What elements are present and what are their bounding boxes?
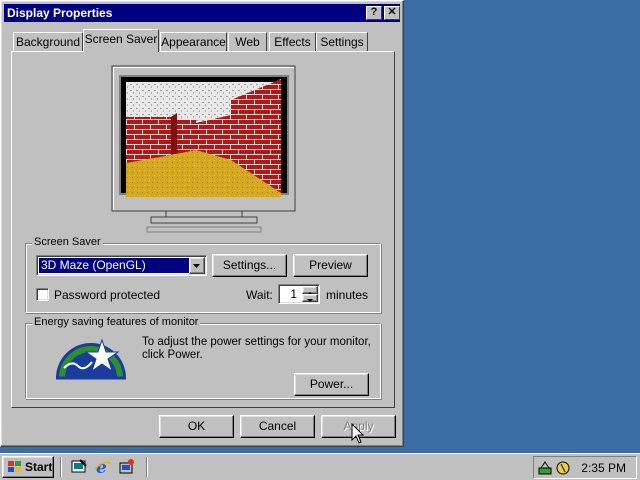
password-checkbox[interactable] bbox=[36, 288, 49, 301]
energy-star-logo bbox=[56, 338, 126, 380]
taskbar-divider bbox=[60, 457, 62, 477]
power-button[interactable]: Power... bbox=[294, 373, 369, 396]
wait-stepper[interactable]: 1 bbox=[278, 284, 320, 304]
wait-value: 1 bbox=[290, 287, 297, 301]
title-bar[interactable]: Display Properties bbox=[4, 4, 400, 22]
start-label: Start bbox=[25, 460, 53, 474]
tab-appearance[interactable]: Appearance bbox=[160, 32, 227, 52]
desktop-icon[interactable] bbox=[70, 458, 88, 476]
clock[interactable]: 2:35 PM bbox=[581, 461, 626, 475]
screen-saver-group: Screen Saver 3D Maze (OpenGL) Settings..… bbox=[25, 236, 381, 313]
system-tray: 2:35 PM bbox=[533, 456, 637, 479]
tab-web[interactable]: Web bbox=[228, 32, 267, 52]
energy-group: Energy saving features of monitor To adj… bbox=[25, 316, 381, 399]
monitor-preview bbox=[111, 65, 296, 233]
spin-down-button[interactable] bbox=[302, 294, 318, 302]
tab-background[interactable]: Background bbox=[13, 32, 83, 52]
close-icon[interactable]: ✕ bbox=[384, 6, 400, 20]
settings-button[interactable]: Settings... bbox=[212, 254, 287, 277]
chevron-down-icon bbox=[307, 299, 313, 302]
tab-settings[interactable]: Settings bbox=[316, 32, 368, 52]
energy-group-label: Energy saving features of monitor bbox=[32, 316, 201, 328]
screen-saver-selected: 3D Maze (OpenGL) bbox=[39, 258, 189, 273]
volume-tray-icon[interactable] bbox=[555, 460, 571, 476]
taskbar-divider bbox=[146, 457, 148, 477]
dropdown-button[interactable] bbox=[189, 257, 205, 274]
display-properties-window: Display Properties ? ✕ Background Screen… bbox=[0, 0, 404, 447]
screen-saver-select[interactable]: 3D Maze (OpenGL) bbox=[36, 255, 207, 276]
mouse-cursor bbox=[351, 423, 365, 444]
taskbar: Start e 2:35 PM bbox=[0, 453, 640, 480]
tab-effects[interactable]: Effects bbox=[269, 32, 316, 52]
help-icon[interactable]: ? bbox=[366, 6, 382, 20]
network-tray-icon[interactable] bbox=[537, 460, 553, 476]
wait-label: Wait: bbox=[246, 288, 273, 302]
chevron-down-icon bbox=[193, 264, 200, 268]
energy-description: To adjust the power settings for your mo… bbox=[142, 336, 371, 361]
cancel-button[interactable]: Cancel bbox=[240, 415, 315, 438]
screen-saver-group-label: Screen Saver bbox=[32, 236, 103, 248]
spin-up-button[interactable] bbox=[302, 286, 318, 295]
password-label: Password protected bbox=[54, 288, 161, 302]
window-title: Display Properties bbox=[7, 6, 113, 20]
channels-icon[interactable] bbox=[118, 458, 136, 476]
tab-screen-saver[interactable]: Screen Saver bbox=[83, 29, 159, 52]
tab-panel: Screen Saver 3D Maze (OpenGL) Settings..… bbox=[11, 51, 395, 408]
preview-button[interactable]: Preview bbox=[293, 254, 368, 277]
ok-button[interactable]: OK bbox=[159, 415, 234, 438]
windows-flag-icon bbox=[8, 461, 21, 472]
internet-explorer-icon[interactable]: e bbox=[94, 458, 112, 476]
minutes-label: minutes bbox=[326, 288, 369, 302]
start-button[interactable]: Start bbox=[2, 456, 54, 478]
